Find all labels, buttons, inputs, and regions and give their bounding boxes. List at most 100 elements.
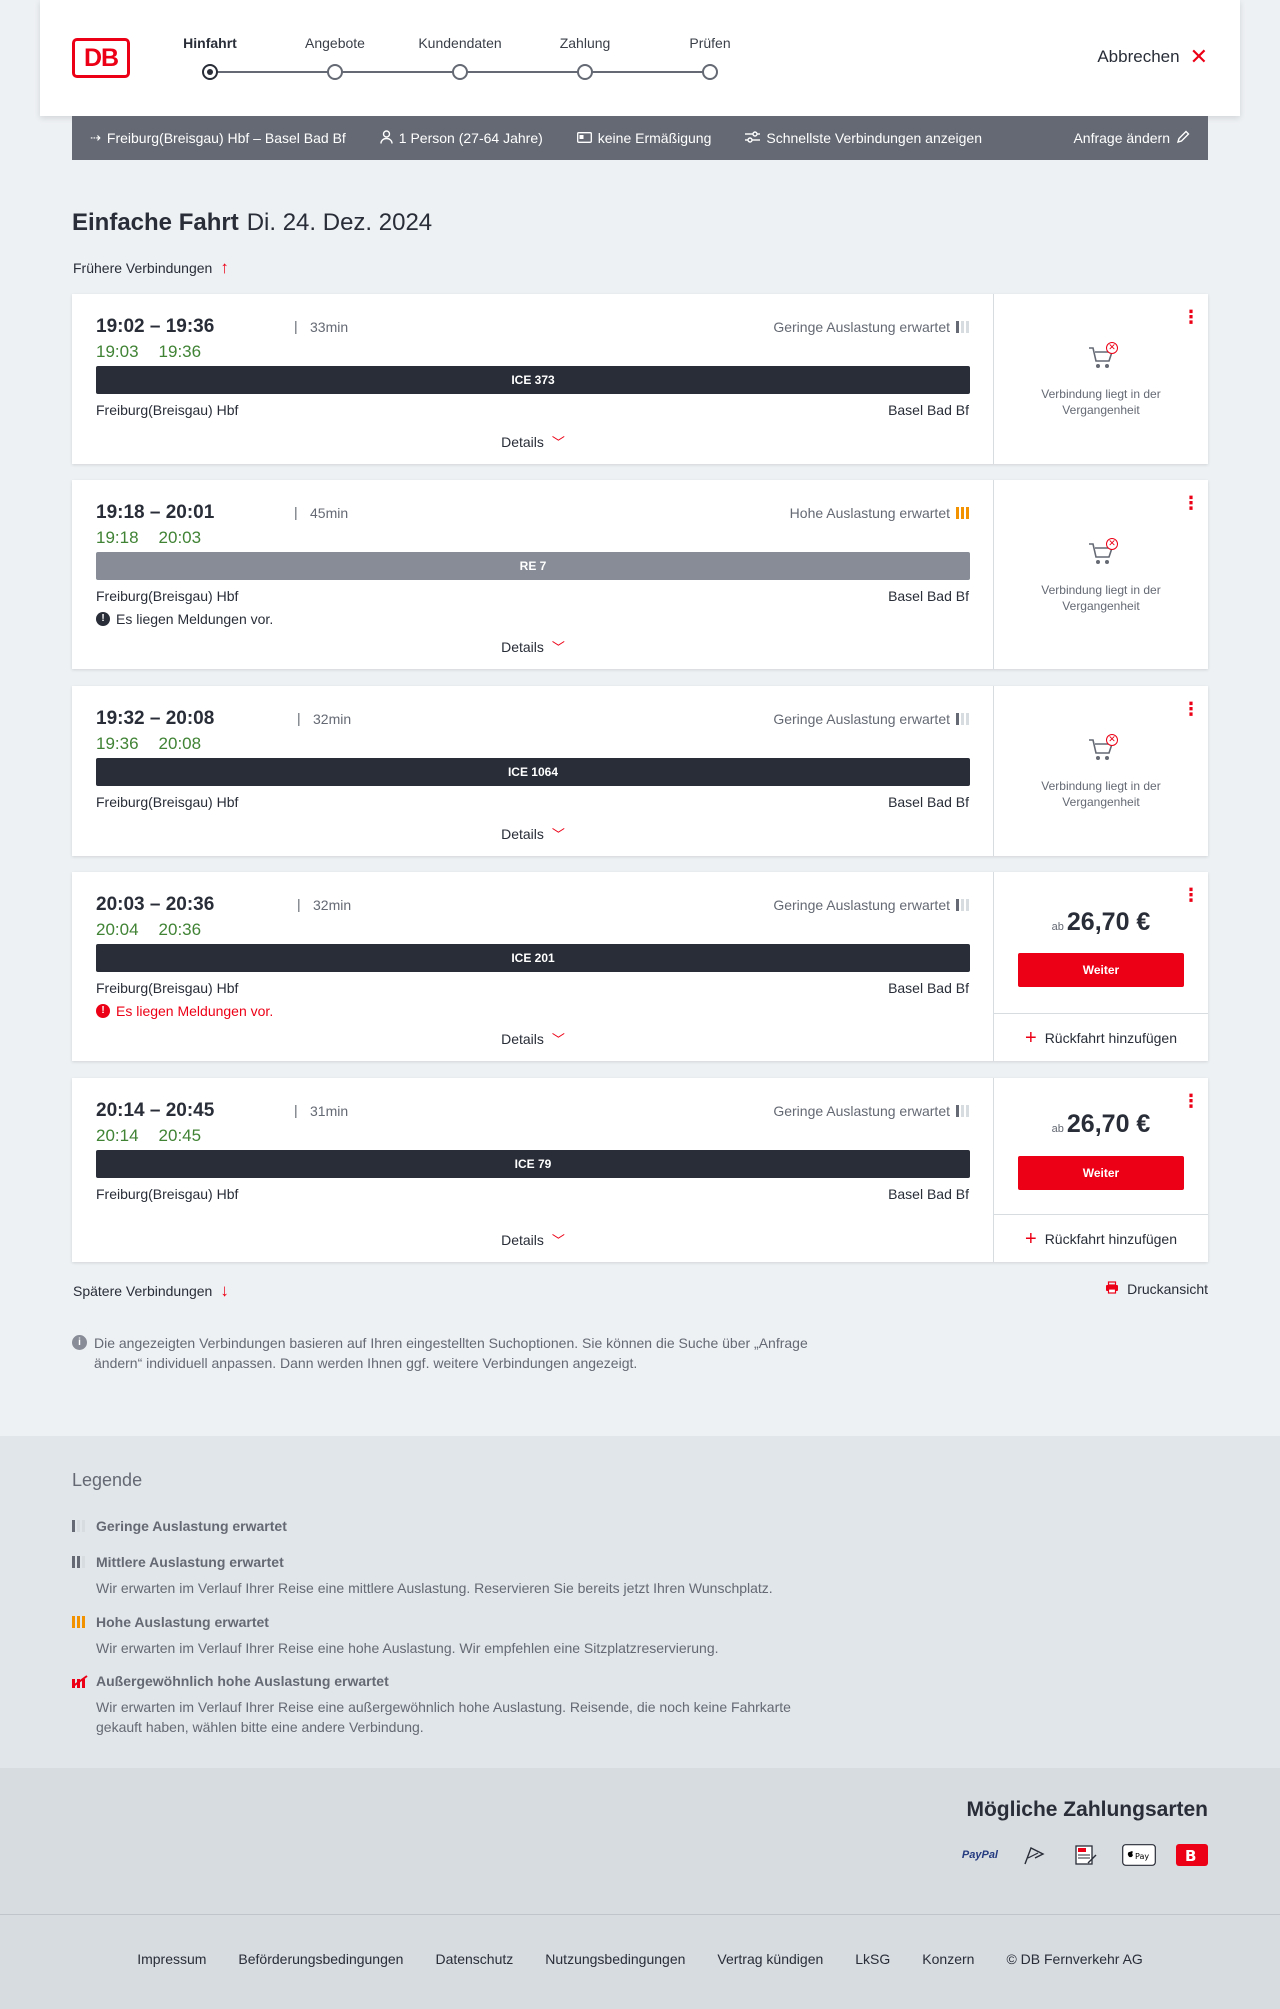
footer-link-impressum[interactable]: Impressum: [137, 1951, 206, 1967]
connection-details-panel[interactable]: 19:32 – 20:08 | 32min 19:36 20:08 Geringe…: [72, 686, 994, 856]
apple-pay-icon: Pay: [1122, 1844, 1156, 1866]
planned-times: 19:18 – 20:01: [96, 502, 215, 523]
departure-station: Freiburg(Breisgau) Hbf: [96, 588, 239, 604]
fastest-connections-toggle[interactable]: Schnellste Verbindungen anzeigen: [745, 130, 982, 146]
load-indicator: Geringe Auslastung erwartet: [773, 1103, 969, 1119]
departure-station: Freiburg(Breisgau) Hbf: [96, 794, 239, 810]
duration: 33min: [310, 319, 349, 335]
chevron-down-icon: ﹀: [551, 435, 565, 450]
duration: 32min: [313, 711, 352, 727]
train-bar[interactable]: ICE 79: [96, 1150, 970, 1178]
step-hinfahrt-dot: [202, 64, 218, 80]
trip-date: Di. 24. Dez. 2024: [246, 209, 433, 236]
realtime-times: 19:36 20:08: [96, 734, 221, 754]
more-options-icon[interactable]: ⋮: [1182, 1092, 1200, 1110]
step-kundendaten-label: Kundendaten: [418, 35, 502, 51]
footer-link-vertrag-kuendigen[interactable]: Vertrag kündigen: [717, 1951, 823, 1967]
route-summary[interactable]: ⇢ Freiburg(Breisgau) Hbf – Basel Bad Bf: [90, 130, 346, 146]
load-low-icon: [72, 1520, 85, 1532]
cancel-button[interactable]: Abbrechen ✕: [1097, 46, 1208, 68]
train-bar[interactable]: ICE 373: [96, 366, 970, 394]
travellers-summary[interactable]: 1 Person (27-64 Jahre): [380, 129, 543, 147]
db-logo[interactable]: DB: [72, 38, 130, 78]
load-low-icon: [956, 899, 969, 911]
details-label: Details: [501, 1232, 544, 1248]
legend-title: Legende: [72, 1470, 143, 1490]
connection-details-panel[interactable]: 20:14 – 20:45 | 31min 20:14 20:45 Geringe…: [72, 1078, 994, 1262]
realtime-arrival: 20:03: [158, 528, 202, 547]
offer-panel: ⋮ ab 26,70 € Weiter + Rückfahrt hinzufügen: [994, 1078, 1208, 1262]
continue-button[interactable]: Weiter: [1018, 953, 1184, 987]
load-low-icon: [956, 321, 969, 333]
more-options-icon[interactable]: ⋮: [1182, 308, 1200, 326]
step-pruefen-dot: [702, 64, 718, 80]
more-options-icon[interactable]: ⋮: [1182, 700, 1200, 718]
past-connection-notice: ✕ Verbindung liegt in der Vergangenheit: [994, 538, 1208, 614]
step-pruefen-label: Prüfen: [689, 35, 731, 51]
footer-link-datenschutz[interactable]: Datenschutz: [435, 1951, 513, 1967]
load-low-icon: [956, 1105, 969, 1117]
trip-type-title: Einfache Fahrt: [72, 209, 239, 236]
arrival-station: Basel Bad Bf: [888, 794, 969, 810]
print-view-label: Druckansicht: [1127, 1281, 1208, 1297]
realtime-departure: 19:18: [96, 528, 139, 547]
earlier-connections-link[interactable]: Frühere Verbindungen ↑: [73, 258, 229, 278]
past-connection-notice: ✕ Verbindung liegt in der Vergangenheit: [994, 734, 1208, 810]
cancel-label: Abbrechen: [1097, 47, 1180, 66]
realtime-departure: 19:36: [96, 734, 139, 753]
cart-unavailable-icon: ✕: [1086, 538, 1118, 570]
print-view-link[interactable]: Druckansicht: [1105, 1281, 1208, 1297]
footer-link-nutzungsbedingungen[interactable]: Nutzungsbedingungen: [545, 1951, 685, 1967]
footer-link-befoerderungsbedingungen[interactable]: Beförderungsbedingungen: [238, 1951, 403, 1967]
separator: |: [294, 1102, 298, 1118]
arrival-station: Basel Bad Bf: [888, 1186, 969, 1202]
info-icon: i: [72, 1335, 87, 1350]
step-angebote-label: Angebote: [305, 35, 365, 51]
train-bar[interactable]: ICE 1064: [96, 758, 970, 786]
legend-item-title: Hohe Auslastung erwartet: [96, 1614, 269, 1630]
offer-panel: ⋮ ✕ Verbindung liegt in der Vergangenhei…: [994, 294, 1208, 464]
details-toggle[interactable]: Details ﹀: [72, 637, 994, 656]
arrow-down-icon: ↓: [220, 1281, 229, 1300]
more-options-icon[interactable]: ⋮: [1182, 494, 1200, 512]
more-options-icon[interactable]: ⋮: [1182, 886, 1200, 904]
footer-link-lksg[interactable]: LkSG: [855, 1951, 890, 1967]
legend-item: Außergewöhnlich hohe Auslastung erwartet…: [71, 1673, 972, 1737]
change-request-button[interactable]: Anfrage ändern: [1073, 130, 1190, 147]
train-bar[interactable]: RE 7: [96, 552, 970, 580]
add-return-button[interactable]: + Rückfahrt hinzufügen: [994, 1214, 1208, 1262]
pencil-icon: [1176, 130, 1190, 147]
legend-item: Hohe Auslastung erwartet Wir erwarten im…: [72, 1614, 972, 1658]
step-zahlung-dot: [577, 64, 593, 80]
price-value: 26,70 €: [1066, 908, 1151, 936]
later-connections-link[interactable]: Spätere Verbindungen ↓: [73, 1281, 229, 1301]
realtime-departure: 19:03: [96, 342, 139, 361]
load-label: Geringe Auslastung erwartet: [773, 319, 950, 335]
connection-details-panel[interactable]: 20:03 – 20:36 | 32min 20:04 20:36 Geringe…: [72, 872, 994, 1061]
load-indicator: Geringe Auslastung erwartet: [773, 319, 969, 335]
connection-details-panel[interactable]: 19:02 – 19:36 | 33min 19:03 19:36 Geringe…: [72, 294, 994, 464]
chevron-down-icon: ﹀: [551, 640, 565, 655]
train-bar[interactable]: ICE 201: [96, 944, 970, 972]
details-toggle[interactable]: Details ﹀: [72, 1029, 994, 1048]
connection-details-panel[interactable]: 19:18 – 20:01 | 45min 19:18 20:03 Hohe Au…: [72, 480, 994, 669]
price-prefix: ab: [1051, 1123, 1064, 1135]
past-connection-notice: ✕ Verbindung liegt in der Vergangenheit: [994, 342, 1208, 418]
details-toggle[interactable]: Details ﹀: [72, 432, 994, 451]
earlier-connections-label: Frühere Verbindungen: [73, 260, 213, 276]
load-label: Hohe Auslastung erwartet: [789, 505, 950, 521]
step-angebote-dot: [327, 64, 343, 80]
connection-card: 20:03 – 20:36 | 32min 20:04 20:36 Geringe…: [72, 872, 1208, 1061]
details-toggle[interactable]: Details ﹀: [72, 824, 994, 843]
discount-summary[interactable]: keine Ermäßigung: [576, 130, 711, 146]
realtime-arrival: 19:36: [158, 342, 202, 361]
continue-button[interactable]: Weiter: [1018, 1156, 1184, 1190]
top-bar: DB Hinfahrt Angebote Kundendaten Zahlung…: [40, 0, 1240, 116]
details-toggle[interactable]: Details ﹀: [72, 1230, 994, 1249]
details-label: Details: [501, 826, 544, 842]
load-indicator: Hohe Auslastung erwartet: [790, 505, 969, 521]
planned-times: 19:02 – 19:36: [96, 316, 215, 337]
load-label: Geringe Auslastung erwartet: [773, 711, 950, 727]
footer-link-konzern[interactable]: Konzern: [922, 1951, 974, 1967]
add-return-button[interactable]: + Rückfahrt hinzufügen: [994, 1013, 1208, 1061]
